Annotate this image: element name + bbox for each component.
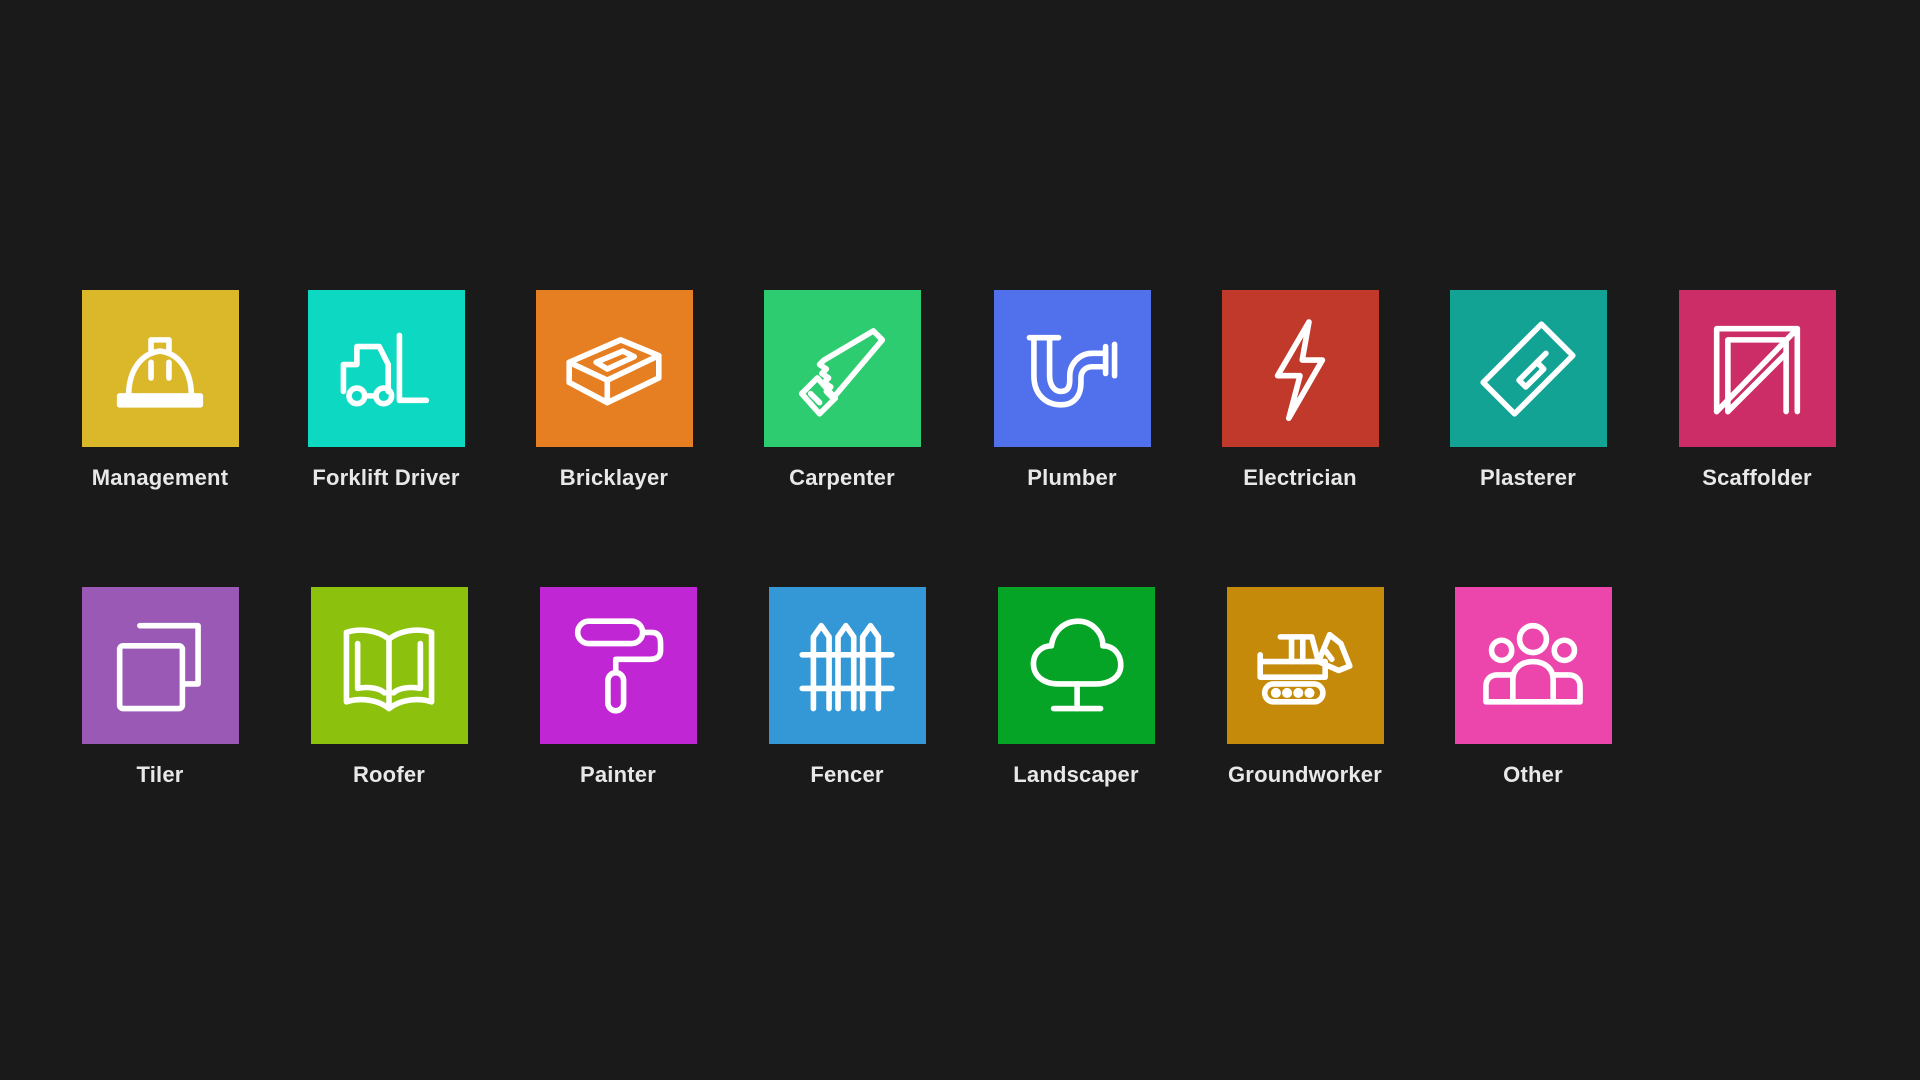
pipe-icon [1026,334,1118,408]
trowel-icon [1480,320,1576,417]
forklift-icon [340,332,430,407]
paint-roller-icon [574,617,664,714]
trade-tile-box[interactable] [1678,290,1836,447]
trade-tile-box[interactable] [768,587,926,744]
trade-tile-box[interactable] [997,587,1155,744]
trade-tile-tiler[interactable]: Tiler [46,587,274,788]
trade-label: Forklift Driver [312,465,460,490]
trade-label: Roofer [352,762,426,787]
lightning-bolt-icon [1274,318,1326,421]
brick-icon [566,336,662,405]
trade-label: Other [1503,762,1563,787]
trade-label: Tiler [136,762,184,787]
trade-tile-box[interactable] [81,587,239,744]
trade-label: Plasterer [1480,465,1576,490]
trade-label: Landscaper [1013,762,1139,787]
trade-label: Plumber [1027,465,1117,490]
trade-tile-box[interactable] [763,290,921,447]
trade-tile-electrician[interactable]: Electrician [1186,290,1414,491]
trade-tile-box[interactable] [539,587,697,744]
trade-tile-painter[interactable]: Painter [504,587,732,788]
trade-tile-landscaper[interactable]: Landscaper [962,587,1190,788]
trade-label: Bricklayer [559,465,669,490]
excavator-icon [1257,631,1353,705]
tiles-icon [116,622,201,711]
trade-tile-plumber[interactable]: Plumber [958,290,1186,491]
trade-label: Management [91,465,229,490]
tree-icon [1030,617,1124,711]
trade-tile-roofer[interactable]: Roofer [275,587,503,788]
trade-tile-groundworker[interactable]: Groundworker [1191,587,1419,788]
trade-tile-box[interactable] [993,290,1151,447]
trade-tile-box[interactable] [1226,587,1384,744]
trade-label: Fencer [810,762,884,787]
trade-tile-management[interactable]: Management [46,290,274,491]
trade-tile-bricklayer[interactable]: Bricklayer [500,290,728,491]
trade-tile-box[interactable] [1449,290,1607,447]
trade-tile-plasterer[interactable]: Plasterer [1414,290,1642,491]
scaffold-icon [1713,325,1801,414]
trade-tile-box[interactable] [310,587,468,744]
trade-tile-box[interactable] [81,290,239,447]
trade-label: Scaffolder [1702,465,1812,490]
trade-label: Groundworker [1228,762,1382,787]
trade-tile-other[interactable]: Other [1419,587,1647,788]
trade-tile-scaffolder[interactable]: Scaffolder [1643,290,1871,491]
saw-icon [798,327,886,417]
trade-label: Painter [580,762,656,787]
trade-tile-fencer[interactable]: Fencer [733,587,961,788]
open-book-icon [343,626,435,711]
trade-tile-carpenter[interactable]: Carpenter [728,290,956,491]
trade-tile-forklift-driver[interactable]: Forklift Driver [272,290,500,491]
trade-label: Electrician [1243,465,1357,490]
trade-tile-box[interactable] [307,290,465,447]
trade-label: Carpenter [789,465,895,490]
trade-tile-box[interactable] [1454,587,1612,744]
hard-hat-icon [116,336,204,408]
fence-icon [799,622,895,711]
trade-tile-box[interactable] [535,290,693,447]
people-group-icon [1483,622,1583,705]
trade-tile-box[interactable] [1221,290,1379,447]
